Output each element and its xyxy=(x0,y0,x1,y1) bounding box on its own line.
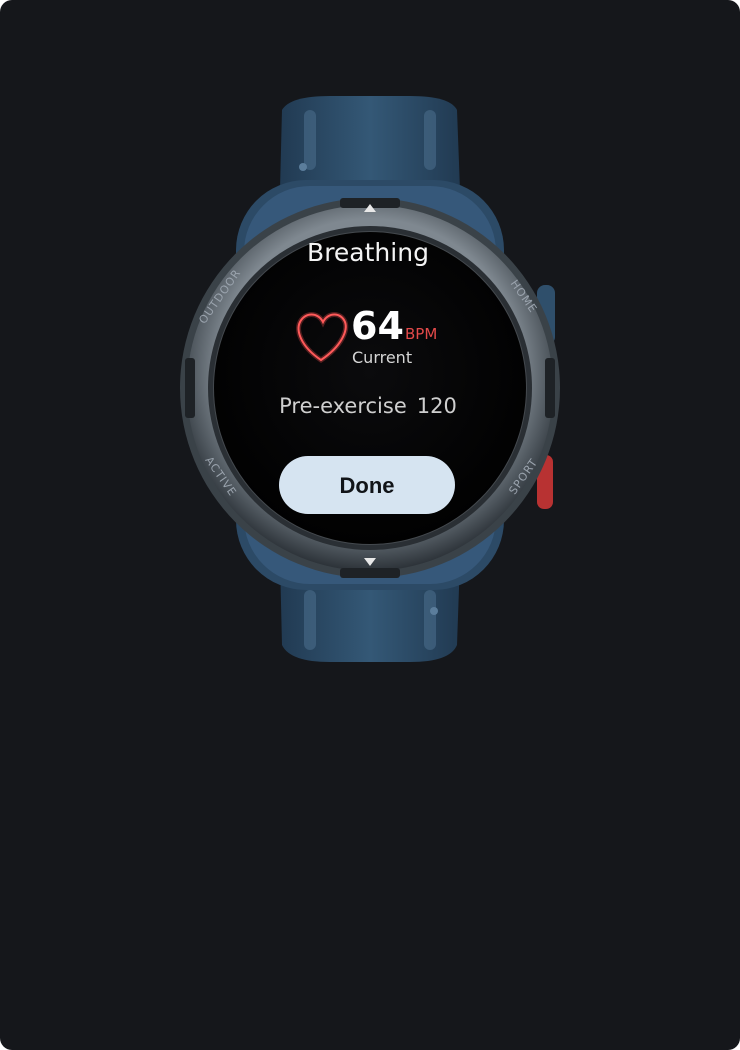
screen-title: Breathing xyxy=(307,238,429,267)
smartwatch: OUTDOOR HOME ACTIVE SPORT Breathing 64 B… xyxy=(0,0,740,1050)
pre-exercise-value: 120 xyxy=(416,394,457,418)
done-button[interactable]: Done xyxy=(279,456,455,514)
pre-exercise-label: Pre-exercise xyxy=(279,394,407,418)
heart-rate-unit: BPM xyxy=(405,325,438,343)
pre-exercise-row: Pre-exercise 120 xyxy=(268,394,468,418)
watch-hardware xyxy=(180,96,560,662)
heart-rate-value: 64 xyxy=(351,304,404,348)
app-background: OUTDOOR HOME ACTIVE SPORT Breathing 64 B… xyxy=(0,0,740,1050)
heart-rate-caption: Current xyxy=(352,348,413,367)
